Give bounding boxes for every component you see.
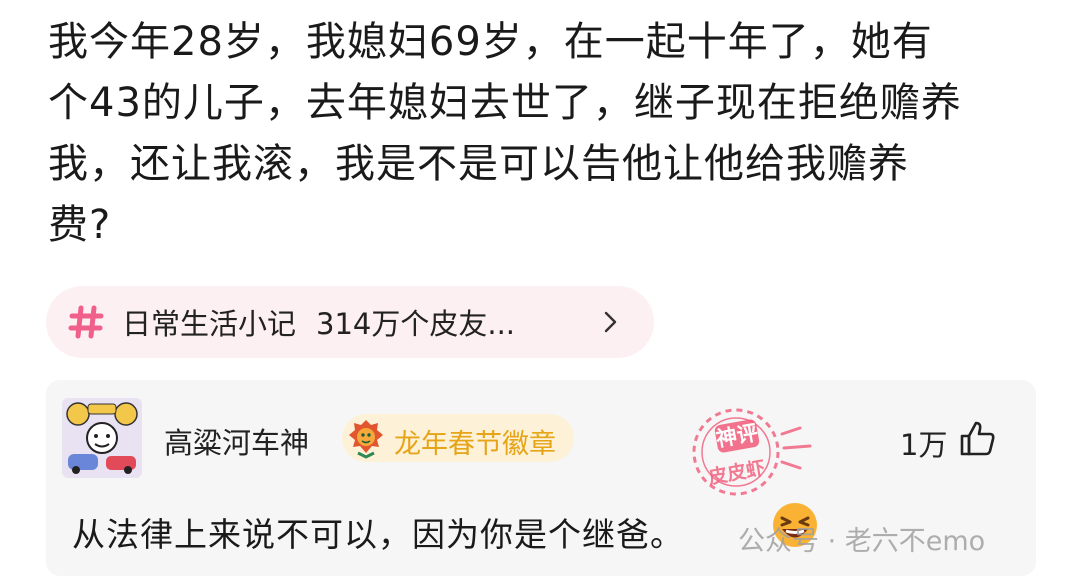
topic-chip[interactable]: 日常生活小记 314万个皮友... — [46, 286, 654, 358]
avatar[interactable] — [62, 398, 142, 478]
post-line: 费? — [48, 202, 112, 248]
post-line: 我今年28岁，我媳妇69岁，在一起十年了，她有 — [48, 19, 933, 65]
like-count: 1万 — [900, 428, 948, 462]
post-line: 个43的儿子，去年媳妇去世了，继子现在拒绝赡养 — [48, 80, 962, 126]
comment-username[interactable]: 高粱河车神 — [164, 420, 309, 462]
badge[interactable]: 龙年春节徽章 — [342, 414, 574, 462]
hash-icon — [66, 302, 106, 342]
thumbs-up-icon[interactable] — [958, 418, 998, 458]
comment-text: 从法律上来说不可以，因为你是个继爸。 — [72, 515, 684, 554]
dragon-badge-icon — [344, 416, 388, 460]
post-text: 我今年28岁，我媳妇69岁，在一起十年了，她有 个43的儿子，去年媳妇去世了，继… — [48, 12, 1048, 256]
source-watermark: 公众号 · 老六不emo — [738, 526, 986, 557]
topic-member-count: 314万个皮友... — [316, 307, 516, 341]
comment-card: 高粱河车神 龙年春节徽章 神评 皮皮虾 1万 从法律上来说不可以，因为你是个继爸… — [46, 380, 1036, 576]
badge-label: 龙年春节徽章 — [394, 429, 556, 460]
post-line: 我，还让我滚，我是不是可以告他让他给我赡养 — [48, 141, 909, 187]
hot-comment-stamp: 神评 皮皮虾 — [686, 400, 836, 510]
chevron-right-icon — [596, 308, 624, 336]
topic-name: 日常生活小记 — [122, 307, 297, 341]
